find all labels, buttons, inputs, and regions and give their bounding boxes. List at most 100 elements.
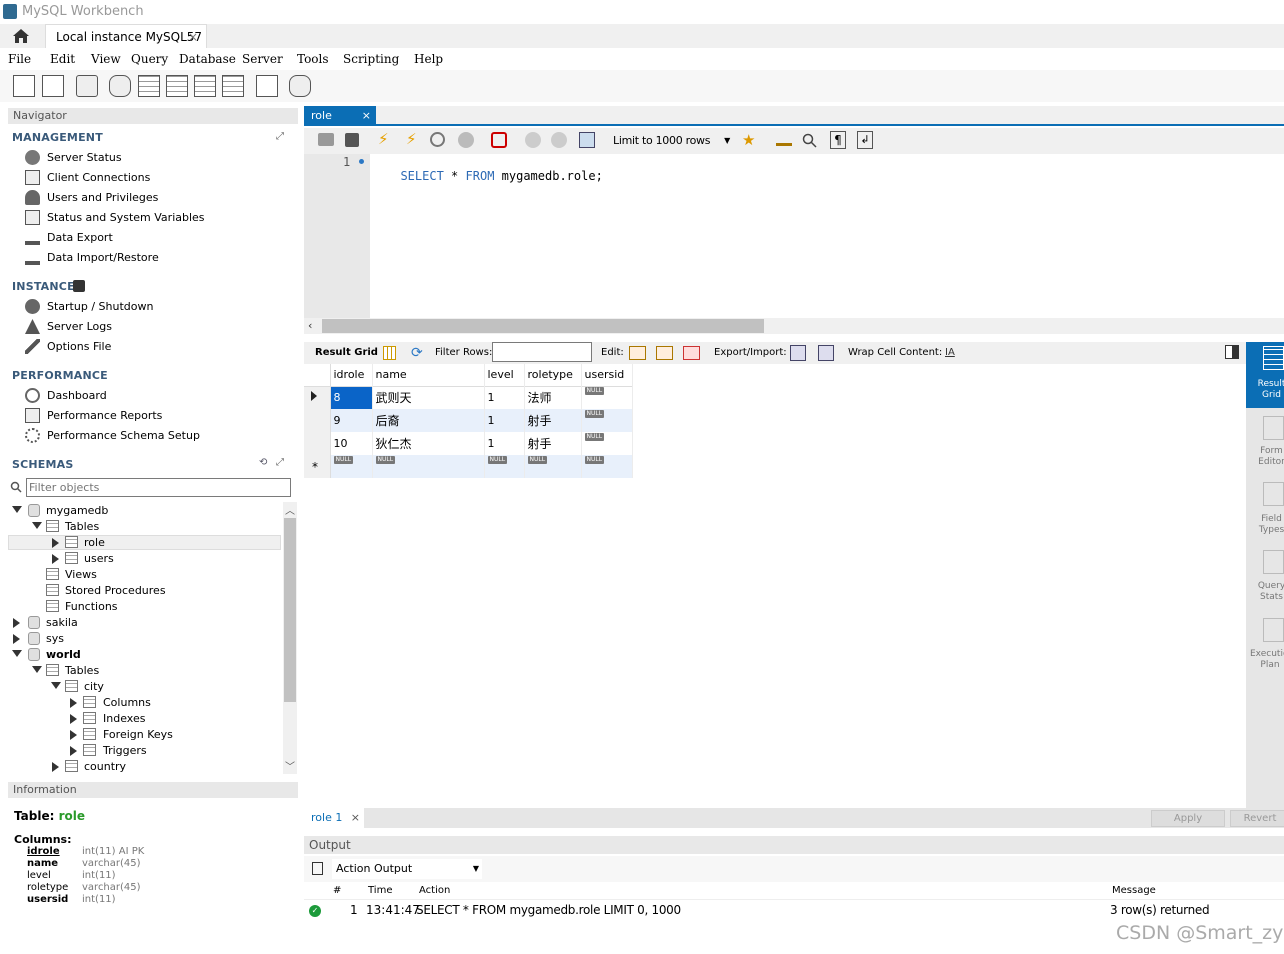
expand-arrow-icon[interactable] — [12, 650, 22, 657]
refresh-schemas-icon[interactable]: ⟲ — [259, 457, 267, 468]
import-icon[interactable] — [818, 345, 834, 361]
tree-stored-procedures[interactable]: Stored Procedures — [65, 584, 166, 597]
cell-idrole[interactable]: 10 — [330, 432, 373, 455]
column-header[interactable]: name — [372, 364, 485, 386]
nav-server-logs[interactable]: Server Logs — [47, 320, 112, 333]
column-header[interactable]: usersid — [581, 364, 633, 386]
expand-schemas-icon[interactable]: ⤢ — [276, 457, 284, 468]
create-procedure-icon[interactable] — [194, 75, 216, 97]
filter-objects-input[interactable] — [26, 478, 291, 497]
find-icon[interactable] — [802, 133, 818, 149]
connection-tab[interactable]: Local instance MySQL57 × — [45, 24, 207, 48]
expand-arrow-icon[interactable] — [70, 714, 77, 724]
menu-file[interactable]: File — [8, 52, 31, 66]
limit-rows-select[interactable]: Limit to 1000 rows ▼ — [609, 131, 733, 151]
cell-name[interactable]: 后裔 — [372, 409, 485, 432]
cell-idrole[interactable]: 8 — [330, 386, 373, 409]
save-icon[interactable] — [345, 133, 359, 147]
side-field-types-button[interactable]: Field Types — [1254, 514, 1284, 536]
expand-arrow-icon[interactable] — [32, 522, 42, 529]
stop-icon[interactable] — [458, 132, 474, 148]
nav-performance-reports[interactable]: Performance Reports — [47, 409, 162, 422]
delete-row-icon[interactable] — [683, 346, 700, 360]
tree-table-users[interactable]: users — [84, 552, 114, 565]
menu-view[interactable]: View — [91, 52, 121, 66]
expand-arrow-icon[interactable] — [52, 762, 59, 772]
new-row-marker[interactable]: * — [304, 455, 331, 478]
nav-data-import[interactable]: Data Import/Restore — [47, 251, 159, 264]
side-result-grid-label[interactable]: Result Grid — [1254, 379, 1284, 401]
new-row[interactable]: * NULL NULL NULL NULL NULL — [304, 455, 633, 478]
nav-users-privileges[interactable]: Users and Privileges — [47, 191, 158, 204]
result-grid[interactable]: idrole name level roletype usersid 8 武则天… — [304, 364, 1246, 808]
tree-triggers[interactable]: Triggers — [103, 744, 147, 757]
menu-server[interactable]: Server — [242, 52, 283, 66]
side-execution-plan-button[interactable]: ExecutionPlan — [1250, 649, 1284, 671]
inspector-icon[interactable] — [76, 75, 98, 97]
row-pointer[interactable] — [304, 432, 331, 455]
row-pointer[interactable] — [304, 409, 331, 432]
create-schema-icon[interactable] — [109, 75, 131, 97]
revert-button[interactable]: Revert — [1230, 810, 1284, 827]
column-header[interactable]: level — [484, 364, 525, 386]
export-icon[interactable] — [790, 345, 806, 361]
cell-name[interactable]: 武则天 — [372, 386, 485, 409]
expand-arrow-icon[interactable] — [13, 634, 20, 644]
table-row[interactable]: 10 狄仁杰 1 射手 NULL — [304, 432, 633, 455]
execute-icon[interactable]: ⚡ — [378, 130, 389, 148]
copy-icon[interactable] — [312, 862, 323, 875]
menu-scripting[interactable]: Scripting — [343, 52, 399, 66]
nav-options-file[interactable]: Options File — [47, 340, 111, 353]
cell-idrole[interactable]: 9 — [330, 409, 373, 432]
output-row[interactable]: ✓ 1 13:41:47 SELECT * FROM mygamedb.role… — [304, 902, 1284, 920]
search-table-data-icon[interactable] — [256, 75, 278, 97]
tree-table-city[interactable]: city — [84, 680, 104, 693]
tree-functions[interactable]: Functions — [65, 600, 118, 613]
column-header[interactable]: idrole — [330, 364, 373, 386]
open-file-icon[interactable] — [318, 133, 334, 146]
schema-sys[interactable]: sys — [46, 632, 64, 645]
nav-server-status[interactable]: Server Status — [47, 151, 122, 164]
result-tab[interactable]: role 1 × — [304, 808, 364, 828]
cell-level[interactable]: 1 — [484, 409, 525, 432]
close-tab-icon[interactable]: × — [362, 106, 371, 125]
expand-arrow-icon[interactable] — [12, 506, 22, 513]
close-tab-icon[interactable]: × — [188, 25, 198, 49]
toggle-panel-icon[interactable] — [1225, 345, 1239, 359]
cell-level[interactable]: 1 — [484, 386, 525, 409]
filter-rows-input[interactable] — [492, 342, 592, 362]
execute-current-icon[interactable]: ⚡ — [406, 130, 417, 148]
wrap-cell-icon[interactable]: IA — [945, 342, 955, 364]
table-row[interactable]: 8 武则天 1 法师 NULL — [304, 386, 633, 409]
create-view-icon[interactable] — [166, 75, 188, 97]
new-cell[interactable]: NULL — [372, 455, 485, 478]
editor-hscrollbar[interactable]: ‹ — [304, 318, 1284, 334]
cell-name[interactable]: 狄仁杰 — [372, 432, 485, 455]
row-pointer[interactable] — [304, 386, 331, 409]
grid-icon[interactable] — [383, 346, 396, 360]
tree-table-country[interactable]: country — [84, 760, 126, 773]
side-form-editor-button[interactable]: Form Editor — [1254, 446, 1284, 468]
cell-usersid[interactable]: NULL — [581, 432, 633, 455]
reconnect-icon[interactable] — [289, 75, 311, 97]
new-sql-tab-icon[interactable] — [13, 75, 35, 97]
toggle-error-icon[interactable] — [491, 132, 507, 148]
tree-foreign-keys[interactable]: Foreign Keys — [103, 728, 173, 741]
cell-usersid[interactable]: NULL — [581, 386, 633, 409]
menu-database[interactable]: Database — [179, 52, 236, 66]
tree-table-role[interactable]: role — [84, 536, 105, 549]
hscroll-thumb[interactable] — [322, 319, 764, 333]
nav-data-export[interactable]: Data Export — [47, 231, 113, 244]
nav-performance-schema-setup[interactable]: Performance Schema Setup — [47, 429, 200, 442]
menu-query[interactable]: Query — [131, 52, 168, 66]
tree-columns[interactable]: Columns — [103, 696, 151, 709]
sql-editor[interactable]: SELECT * FROM mygamedb.role; — [370, 154, 1284, 318]
expand-arrow-icon[interactable] — [52, 554, 59, 564]
expand-arrow-icon[interactable] — [70, 698, 77, 708]
cell-roletype[interactable]: 法师 — [524, 386, 582, 409]
wrap-lines-icon[interactable]: ↲ — [857, 131, 873, 149]
tree-scrollbar[interactable]: ︿ ﹀ — [283, 502, 297, 774]
expand-arrow-icon[interactable] — [70, 730, 77, 740]
apply-button[interactable]: Apply — [1151, 810, 1225, 827]
column-header[interactable]: roletype — [524, 364, 582, 386]
